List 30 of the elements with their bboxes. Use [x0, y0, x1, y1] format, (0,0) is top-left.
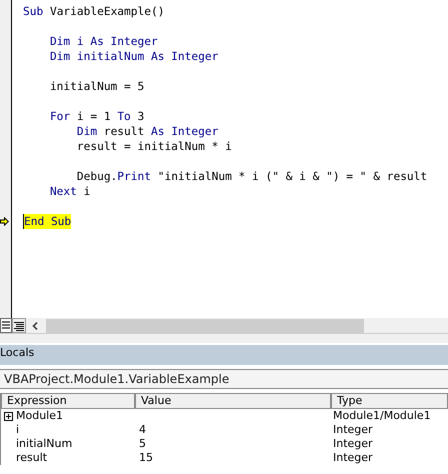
column-header[interactable]: Value	[135, 393, 331, 409]
code-line: result = initialNum * i	[76, 139, 232, 154]
expression-cell: result	[16, 451, 48, 465]
code-line: Dim result As Integer	[76, 124, 218, 139]
expression-cell: initialNum	[16, 437, 72, 451]
code-line: Sub VariableExample()	[23, 4, 164, 19]
type-cell: Integer	[333, 451, 373, 464]
code-line: Dim initialNum As Integer	[48, 49, 218, 64]
column-header[interactable]: Expression	[1, 393, 135, 409]
expand-icon[interactable]	[4, 412, 13, 420]
value-cell: 15	[139, 451, 153, 464]
type-cell: Integer	[333, 437, 373, 450]
scroll-left-icon[interactable]	[32, 322, 38, 330]
scrollbar-thumb[interactable]	[46, 318, 364, 332]
value-cell: 4	[139, 423, 146, 436]
code-line: Dim i As Integer	[48, 34, 158, 49]
procedure-view-button[interactable]	[0, 318, 12, 333]
code-line: For i = 1 To 3	[48, 109, 144, 124]
code-line: initialNum = 5	[48, 79, 144, 94]
code-line: Debug.Print "initialNum * i (" & i & ") = " & result	[76, 169, 428, 184]
panel-title: Locals	[0, 345, 448, 365]
context-field: VBAProject.Module1.VariableExample	[0, 369, 448, 389]
type-cell: Module1/Module1	[333, 409, 431, 422]
full-module-view-button[interactable]	[12, 318, 26, 333]
expression-cell: Module1	[16, 409, 63, 423]
column-header[interactable]: Type	[331, 393, 448, 409]
code-line: Next i	[48, 184, 90, 199]
type-cell: Integer	[333, 423, 373, 436]
expression-cell: i	[16, 423, 20, 437]
value-cell: 5	[139, 437, 146, 450]
